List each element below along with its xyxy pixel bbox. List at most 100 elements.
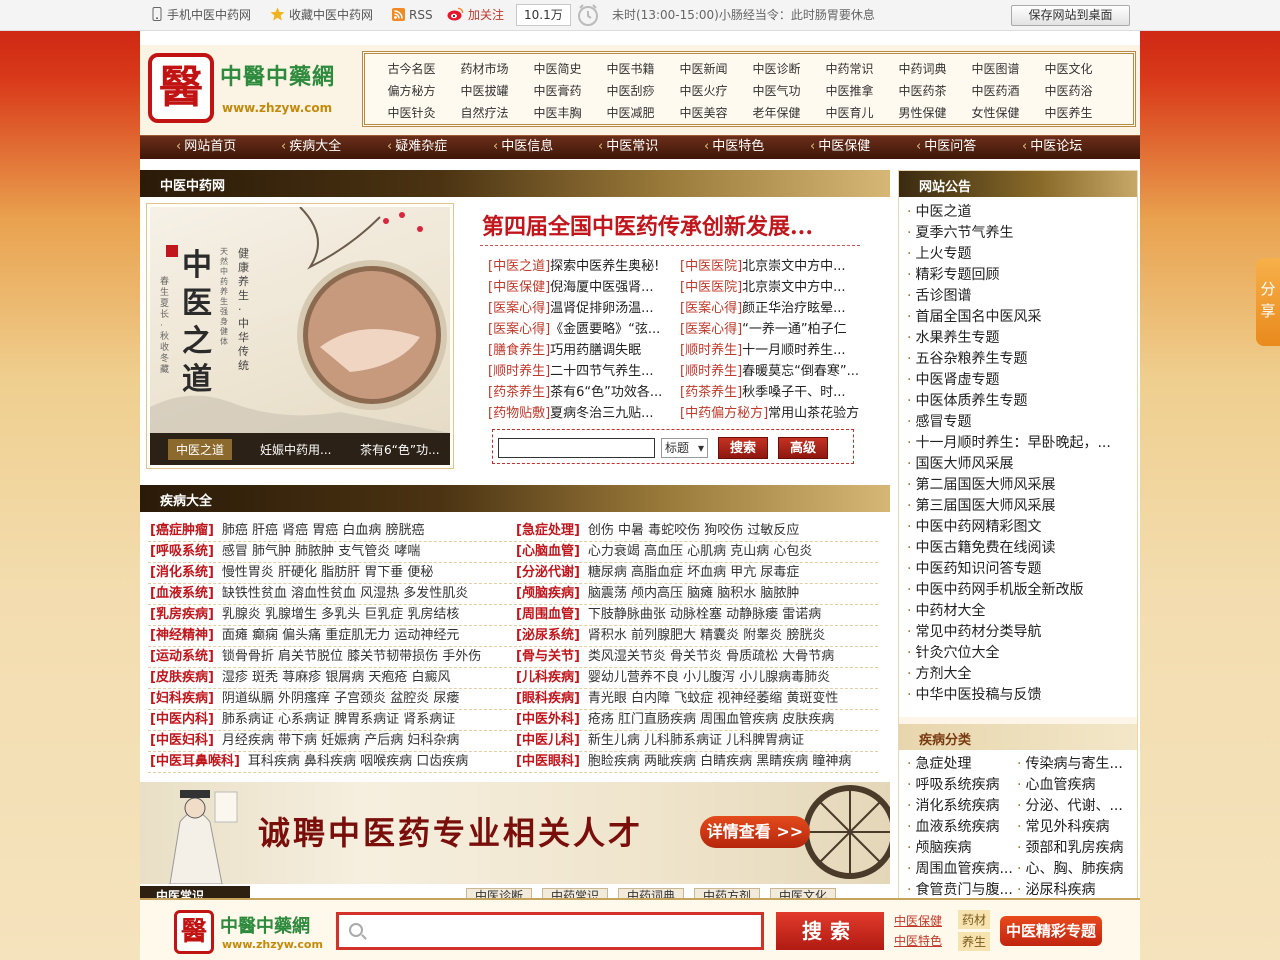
nav-item-8[interactable]: 中医论坛 xyxy=(1022,139,1082,155)
news-item[interactable]: [中医保健]倪海厦中医强肾... xyxy=(488,279,674,297)
bottom-tag-wellness[interactable]: 养生 xyxy=(958,932,991,951)
news-category[interactable]: [中医保健] xyxy=(488,280,550,295)
news-category[interactable]: [医案心得] xyxy=(488,301,550,316)
disease-items[interactable]: 缺铁性贫血 溶血性贫血 风湿热 多发性肌炎 xyxy=(222,586,468,601)
bottom-search-input[interactable] xyxy=(336,912,764,950)
notice-item[interactable]: 夏季六节气养生 xyxy=(907,223,1131,244)
notice-item[interactable]: 方剂大全 xyxy=(907,664,1131,685)
nav-item-0[interactable]: 网站首页 xyxy=(176,139,236,155)
news-title[interactable]: 夏病冬治三九贴... xyxy=(550,406,653,421)
disease-class-item[interactable]: 血液系统疾病 xyxy=(907,817,1017,838)
disease-category[interactable]: [泌尿系统] xyxy=(516,628,580,643)
news-category[interactable]: [顺时养生] xyxy=(680,364,742,379)
notice-item[interactable]: 感冒专题 xyxy=(907,412,1131,433)
news-category[interactable]: [中医医院] xyxy=(680,280,742,295)
rss-link[interactable]: RSS xyxy=(392,7,433,23)
news-category[interactable]: [顺时养生] xyxy=(488,364,550,379)
news-title[interactable]: 巧用药膳调失眠 xyxy=(550,343,641,358)
news-title[interactable]: “一养一通”柏子仁 xyxy=(742,322,846,337)
news-item[interactable]: [医案心得]温肾促排卵汤温... xyxy=(488,300,674,318)
bottom-link-health[interactable]: 中医保健 xyxy=(894,912,942,929)
disease-items[interactable]: 疮疡 肛门直肠疾病 周围血管疾病 皮肤疾病 xyxy=(588,712,834,727)
nav-item-2[interactable]: 疑难杂症 xyxy=(387,139,447,155)
search-input[interactable] xyxy=(498,438,655,458)
notice-item[interactable]: 十一月顺时养生：早卧晚起，... xyxy=(907,433,1131,454)
feature-slideshow[interactable]: 中医之道 健康养生 · 中华传统 天然中药养生强身健体 春生夏长 · 秋收冬藏 … xyxy=(146,203,454,469)
save-to-desktop-button[interactable]: 保存网站到桌面 xyxy=(1011,5,1130,26)
nav-item-7[interactable]: 中医问答 xyxy=(916,139,976,155)
notice-item[interactable]: 中医之道 xyxy=(907,202,1131,223)
header-link-8[interactable]: 中医图谱 xyxy=(959,60,1032,82)
news-category[interactable]: [药物贴敷] xyxy=(488,406,550,421)
search-type-select[interactable]: 标题 xyxy=(661,438,708,458)
disease-category[interactable]: [中医妇科] xyxy=(150,733,214,748)
header-link-28[interactable]: 女性保健 xyxy=(959,104,1032,126)
header-link-5[interactable]: 中医诊断 xyxy=(740,60,813,82)
feature-caption-1[interactable]: 中医之道 xyxy=(168,439,233,460)
notice-item[interactable]: 中医肾虚专题 xyxy=(907,370,1131,391)
weibo-follow-link[interactable]: 加关注 xyxy=(447,7,504,23)
news-item[interactable]: [药物贴敷]夏病冬治三九贴... xyxy=(488,405,674,423)
news-item[interactable]: [医案心得]《金匮要略》“弦... xyxy=(488,321,674,339)
notice-item[interactable]: 中医中药网手机版全新改版 xyxy=(907,580,1131,601)
disease-items[interactable]: 肺系病证 心系病证 脾胃系病证 肾系病证 xyxy=(222,712,455,727)
header-link-0[interactable]: 古今名医 xyxy=(375,60,448,82)
news-category[interactable]: [药茶养生] xyxy=(488,385,550,400)
notice-item[interactable]: 中华中医投稿与反馈 xyxy=(907,685,1131,706)
news-category[interactable]: [医案心得] xyxy=(488,322,550,337)
site-logo[interactable]: 醫 中醫中藥網 www.zhzyw.com xyxy=(146,51,342,127)
disease-class-item[interactable]: 颅脑疾病 xyxy=(907,838,1017,859)
news-category[interactable]: [医案心得] xyxy=(680,322,742,337)
disease-category[interactable]: [乳房疾病] xyxy=(150,607,214,622)
news-item[interactable]: [中医医院]北京崇文中方中... xyxy=(680,279,866,297)
disease-items[interactable]: 面瘫 癫痫 偏头痛 重症肌无力 运动神经元 xyxy=(222,628,460,643)
disease-items[interactable]: 月经疾病 带下病 妊娠病 产后病 妇科杂病 xyxy=(222,733,460,748)
news-title[interactable]: 倪海厦中医强肾... xyxy=(550,280,653,295)
news-category[interactable]: [药茶养生] xyxy=(680,385,742,400)
disease-items[interactable]: 下肢静脉曲张 动脉栓塞 动静脉瘘 雷诺病 xyxy=(588,607,821,622)
disease-class-item[interactable]: 心、胸、肺疾病 xyxy=(1017,859,1132,880)
news-title[interactable]: 北京崇文中方中... xyxy=(742,280,845,295)
disease-category[interactable]: [妇科疾病] xyxy=(150,691,214,706)
nav-item-5[interactable]: 中医特色 xyxy=(704,139,764,155)
news-item[interactable]: [顺时养生]十一月顺时养生... xyxy=(680,342,866,360)
disease-items[interactable]: 肾积水 前列腺肥大 精囊炎 附睾炎 膀胱炎 xyxy=(588,628,826,643)
notice-item[interactable]: 中医药知识问答专题 xyxy=(907,559,1131,580)
news-title[interactable]: 探索中医养生奥秘! xyxy=(550,259,659,274)
disease-category[interactable]: [中医内科] xyxy=(150,712,214,727)
disease-items[interactable]: 慢性胃炎 肝硬化 脂肪肝 胃下垂 便秘 xyxy=(222,565,434,580)
header-link-19[interactable]: 中医药浴 xyxy=(1032,82,1105,104)
nav-item-3[interactable]: 中医信息 xyxy=(493,139,553,155)
bottom-logo[interactable]: 醫 中醫中藥網 www.zhzyw.com xyxy=(174,910,344,956)
disease-items[interactable]: 肺癌 肝癌 肾癌 胃癌 白血病 膀胱癌 xyxy=(222,523,425,538)
header-link-25[interactable]: 老年保健 xyxy=(740,104,813,126)
disease-category[interactable]: [儿科疾病] xyxy=(516,670,580,685)
search-button[interactable]: 搜索 xyxy=(718,437,768,459)
notice-item[interactable]: 舌诊图谱 xyxy=(907,286,1131,307)
disease-items[interactable]: 湿疹 斑秃 荨麻疹 银屑病 天疱疮 白癜风 xyxy=(222,670,451,685)
header-link-24[interactable]: 中医美容 xyxy=(667,104,740,126)
header-link-2[interactable]: 中医简史 xyxy=(521,60,594,82)
notice-item[interactable]: 上火专题 xyxy=(907,244,1131,265)
disease-class-item[interactable]: 颈部和乳房疾病 xyxy=(1017,838,1132,859)
header-link-3[interactable]: 中医书籍 xyxy=(594,60,667,82)
disease-items[interactable]: 阴道纵膈 外阴瘙痒 子宫颈炎 盆腔炎 尿瘘 xyxy=(222,691,460,706)
news-item[interactable]: [中医之道]探索中医养生奥秘! xyxy=(488,258,674,276)
disease-category[interactable]: [运动系统] xyxy=(150,649,214,664)
disease-class-item[interactable]: 呼吸系统疾病 xyxy=(907,775,1017,796)
news-title[interactable]: 常用山茶花验方 xyxy=(768,406,859,421)
disease-category[interactable]: [呼吸系统] xyxy=(150,544,214,559)
news-title[interactable]: 十一月顺时养生... xyxy=(742,343,845,358)
notice-item[interactable]: 常见中药材分类导航 xyxy=(907,622,1131,643)
disease-items[interactable]: 胞睑疾病 两眦疾病 白睛疾病 黑睛疾病 瞳神病 xyxy=(588,754,852,769)
notice-item[interactable]: 国医大师风采展 xyxy=(907,454,1131,475)
news-item[interactable]: [顺时养生]春暖莫忘“倒春寒”... xyxy=(680,363,866,381)
notice-item[interactable]: 中医体质养生专题 xyxy=(907,391,1131,412)
notice-item[interactable]: 第二届国医大师风采展 xyxy=(907,475,1131,496)
disease-items[interactable]: 婴幼儿营养不良 小儿腹泻 小儿腺病毒肺炎 xyxy=(588,670,830,685)
disease-items[interactable]: 感冒 肺气肿 肺脓肿 支气管炎 哮喘 xyxy=(222,544,421,559)
disease-items[interactable]: 类风湿关节炎 骨关节炎 骨质疏松 大骨节病 xyxy=(588,649,834,664)
disease-class-item[interactable]: 周围血管疾病... xyxy=(907,859,1017,880)
header-link-27[interactable]: 男性保健 xyxy=(886,104,959,126)
header-link-16[interactable]: 中医推拿 xyxy=(813,82,886,104)
